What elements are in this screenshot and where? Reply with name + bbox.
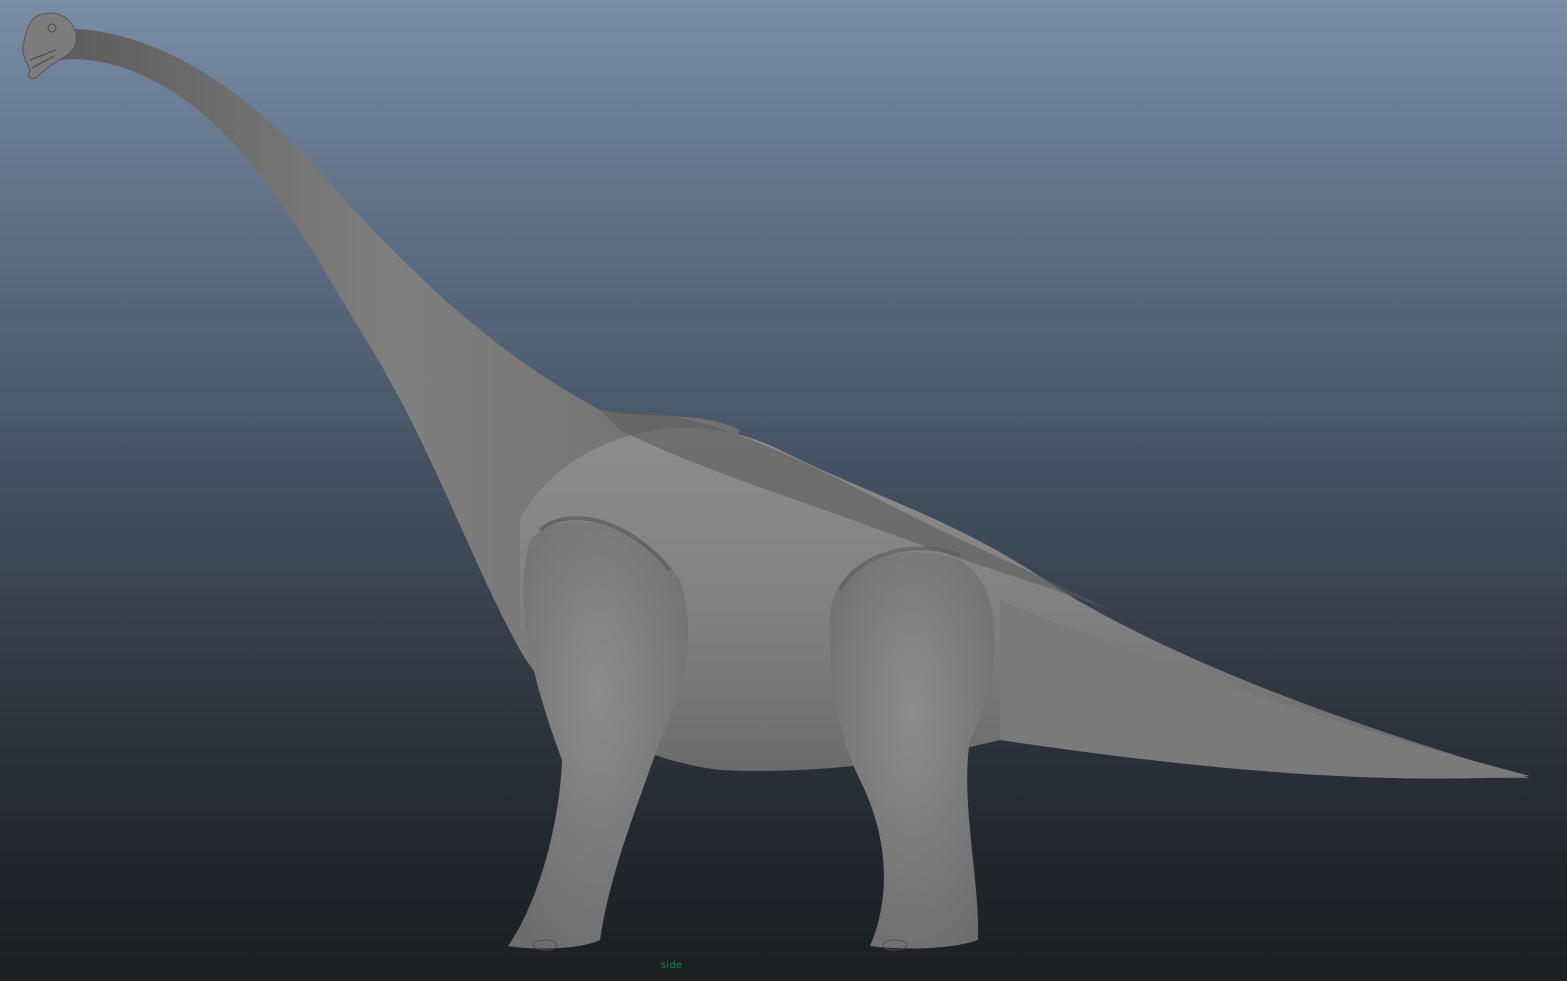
camera-name-label: side: [661, 960, 683, 971]
hind-leg: [829, 552, 995, 949]
front-leg: [508, 521, 689, 949]
3d-viewport-side[interactable]: side: [0, 0, 1567, 981]
head: [22, 12, 77, 79]
brachiosaurus-model[interactable]: [0, 0, 1567, 981]
